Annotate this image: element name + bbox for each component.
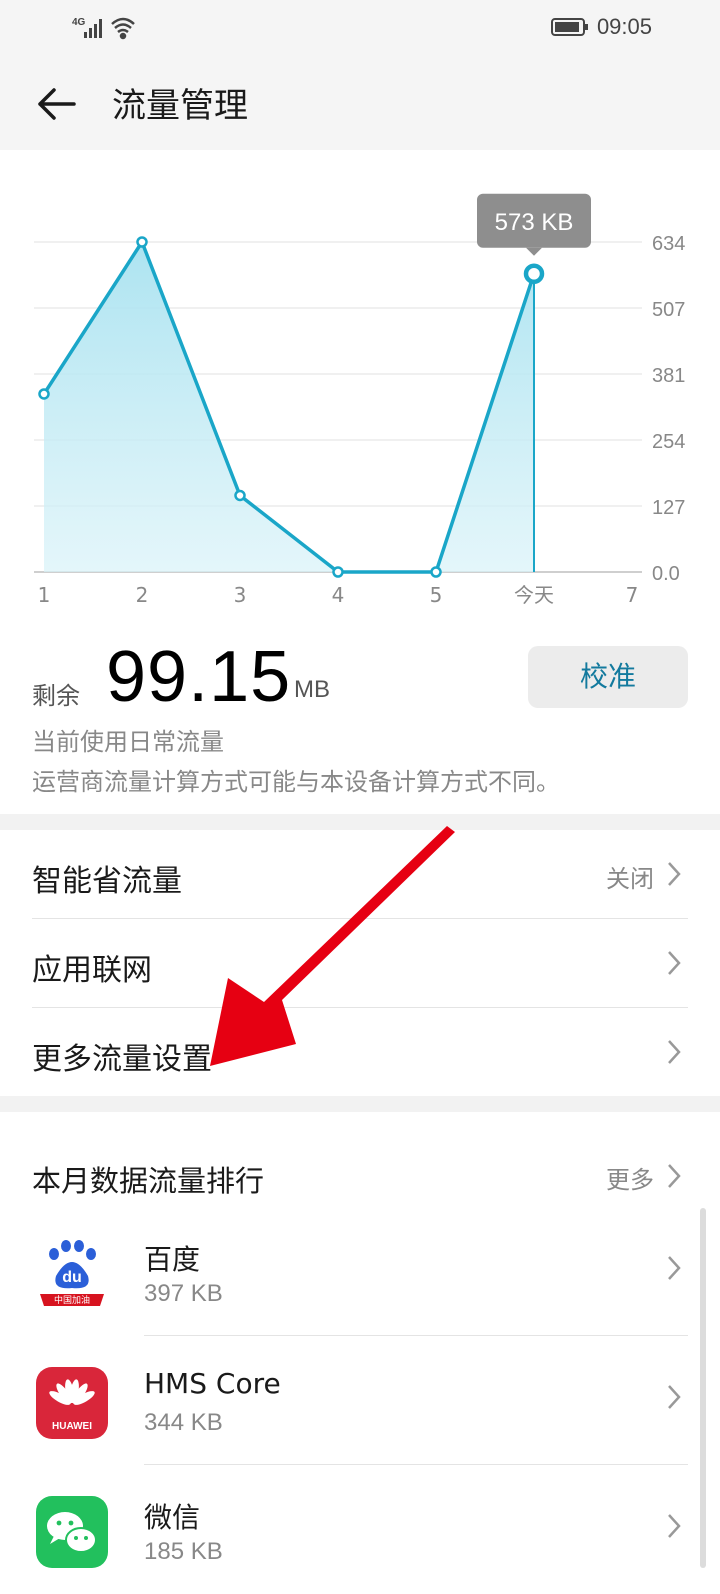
- x-tick-label: 3: [234, 583, 247, 607]
- signal-indicators: 4G: [70, 14, 140, 44]
- chevron-right-icon: [668, 1256, 681, 1280]
- more-settings-label: 更多流量设置: [32, 1042, 212, 1077]
- chevron-right-icon[interactable]: [664, 1162, 684, 1190]
- status-bar: 4G 09:05: [0, 0, 720, 56]
- scrollbar[interactable]: [700, 1208, 706, 1568]
- chevron-right-icon: [668, 951, 681, 975]
- usage-chart-svg: 634 507 381 254 127 0.0 1 2 3 4 5 今天 7 573 KB: [34, 193, 685, 607]
- x-tick-label: 7: [626, 583, 639, 607]
- x-tick-label: 2: [136, 583, 149, 607]
- remaining-unit: MB: [294, 676, 330, 703]
- calibrate-button[interactable]: 校准: [528, 646, 688, 708]
- remaining-label: 剩余: [32, 682, 80, 710]
- app-row-baidu[interactable]: du 中国加油 百度 397 KB: [0, 1208, 720, 1336]
- signal-icon: [84, 19, 102, 38]
- ranking-more-link[interactable]: 更多: [606, 1160, 654, 1195]
- smart-saver-value: 关闭: [606, 865, 654, 893]
- status-right: 09:05: [550, 14, 652, 40]
- chevron-right-icon: [668, 1040, 681, 1064]
- x-tick-label: 5: [430, 583, 443, 607]
- battery-icon: [550, 18, 588, 36]
- x-tick-label: 今天: [514, 583, 554, 607]
- y-tick-label: 254: [652, 431, 685, 453]
- huawei-icon: HUAWEI: [36, 1367, 108, 1439]
- baidu-icon: du 中国加油: [36, 1238, 108, 1310]
- usage-chart: 634 507 381 254 127 0.0 1 2 3 4 5 今天 7 573 KB: [0, 150, 720, 620]
- svg-text:du: du: [62, 1269, 82, 1286]
- section-divider: [0, 1096, 720, 1112]
- usage-area: [44, 242, 534, 572]
- y-tick-label: 634: [652, 233, 685, 255]
- y-tick-label: 381: [652, 365, 685, 387]
- data-point: [430, 566, 442, 578]
- data-point: [332, 566, 344, 578]
- app-usage: 344 KB: [144, 1409, 223, 1436]
- y-tick-label: 127: [652, 497, 685, 519]
- usage-mode-note: 当前使用日常流量: [32, 728, 224, 756]
- app-name: HMS Core: [144, 1367, 281, 1400]
- data-point: [234, 489, 246, 502]
- chart-area: [38, 236, 545, 578]
- app-row-wechat[interactable]: 微信 185 KB: [0, 1466, 720, 1594]
- data-point: [38, 388, 50, 400]
- app-usage: 185 KB: [144, 1538, 223, 1565]
- network-type: 4G: [72, 17, 86, 28]
- app-name: 百度: [144, 1243, 201, 1276]
- ranking-header: 本月数据流量排行 更多: [32, 1130, 688, 1210]
- remaining-value: 99.15: [106, 637, 292, 717]
- data-point: [136, 236, 148, 248]
- row-separator: [144, 1464, 688, 1465]
- arrow-left-icon[interactable]: [34, 82, 78, 126]
- x-tick-label: 4: [332, 583, 345, 607]
- x-tick-label: 1: [38, 583, 51, 607]
- tooltip-pointer: [526, 247, 542, 256]
- page-title: 流量管理: [112, 86, 248, 126]
- chevron-right-icon: [668, 1385, 681, 1409]
- more-settings-row[interactable]: 更多流量设置: [32, 1008, 688, 1096]
- app-network-label: 应用联网: [32, 953, 152, 988]
- app-usage: 397 KB: [144, 1280, 223, 1307]
- chevron-right-icon: [668, 862, 681, 886]
- wifi-icon: [111, 17, 135, 40]
- tooltip-text: 573 KB: [495, 209, 574, 236]
- section-divider: [0, 814, 720, 830]
- wechat-icon: [36, 1496, 108, 1568]
- app-network-row[interactable]: 应用联网: [32, 919, 688, 1008]
- smart-saver-row[interactable]: 智能省流量 关闭: [32, 830, 688, 919]
- baidu-icon-text: 中国加油: [54, 1294, 90, 1306]
- y-tick-label: 0.0: [652, 563, 680, 585]
- carrier-difference-note: 运营商流量计算方式可能与本设备计算方式不同。: [32, 768, 560, 796]
- app-bar: 流量管理: [0, 56, 720, 150]
- highlight-point: [523, 263, 545, 285]
- ranking-title: 本月数据流量排行: [32, 1164, 265, 1198]
- app-row-hms-core[interactable]: HUAWEI HMS Core 344 KB: [0, 1337, 720, 1465]
- y-tick-label: 507: [652, 299, 685, 321]
- smart-saver-label: 智能省流量: [32, 864, 182, 899]
- chart-tooltip: 573 KB: [477, 193, 591, 256]
- huawei-icon-text: HUAWEI: [52, 1421, 92, 1432]
- app-name: 微信: [144, 1501, 201, 1534]
- row-separator: [144, 1335, 688, 1336]
- clock: 09:05: [596, 14, 652, 39]
- chevron-right-icon: [668, 1514, 681, 1538]
- remaining-panel: 剩余 99.15 MB 校准 当前使用日常流量 运营商流量计算方式可能与本设备计…: [0, 630, 720, 810]
